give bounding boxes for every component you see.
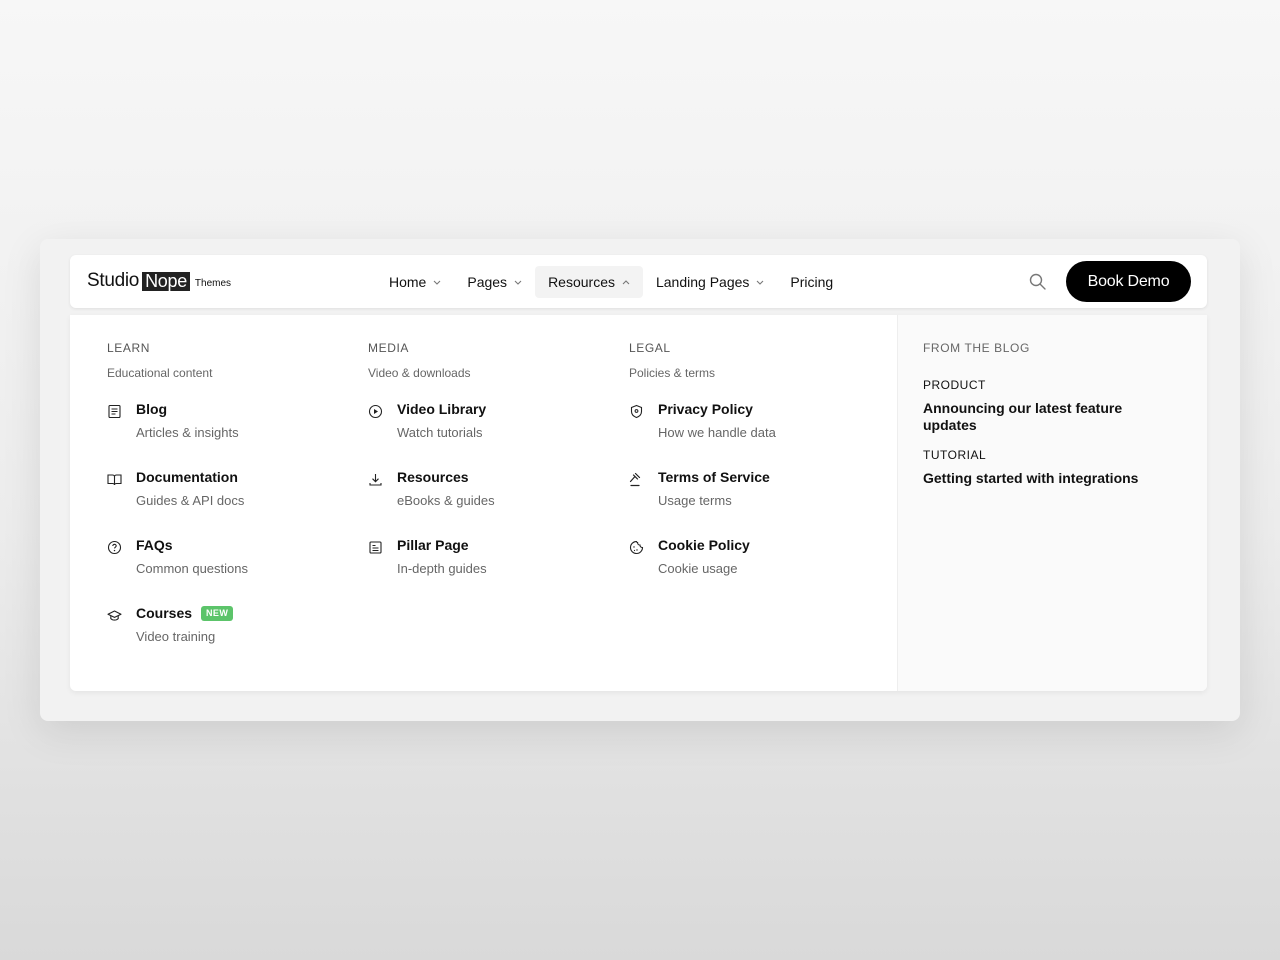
- column-subheading: Policies & terms: [629, 366, 716, 380]
- menu-item-subtitle: Articles & insights: [136, 425, 239, 440]
- menu-item-subtitle: eBooks & guides: [397, 493, 495, 508]
- menu-item-subtitle: Video training: [136, 629, 216, 644]
- post-title: Getting started with integrations: [923, 470, 1139, 486]
- nav-item-home[interactable]: Home: [376, 266, 454, 298]
- download-icon: [369, 474, 382, 486]
- menu-item-title: Pillar Page: [397, 537, 469, 553]
- blog-panel: FROM THE BLOG PRODUCT Announcing our lat…: [897, 315, 1207, 691]
- menu-item-blog[interactable]: Blog Articles & insights: [107, 401, 357, 469]
- menu-item-terms-of-service[interactable]: Terms of Service Usage terms: [629, 469, 879, 537]
- nav-item-label: Pricing: [790, 274, 834, 290]
- logo[interactable]: Studio Nope Themes: [87, 271, 231, 291]
- book-demo-button[interactable]: Book Demo: [1066, 261, 1191, 302]
- graduation-cap-icon: [107, 610, 122, 621]
- learn-column: LEARN Educational content Blog Articles …: [107, 341, 357, 673]
- menu-item-title: Resources: [397, 469, 469, 485]
- menu-item-title: Cookie Policy: [658, 537, 750, 553]
- chevron-down-icon: [514, 280, 522, 285]
- shield-icon: [630, 404, 643, 419]
- nav-item-label: Resources: [548, 274, 615, 290]
- question-icon: [107, 540, 122, 555]
- cookie-icon: [629, 540, 644, 555]
- blog-heading: FROM THE BLOG: [923, 341, 1030, 355]
- column-heading: LEARN: [107, 341, 151, 355]
- menu-item-courses[interactable]: Courses NEW Video training: [107, 605, 357, 673]
- column-heading: MEDIA: [368, 341, 410, 355]
- menu-item-title: Terms of Service: [658, 469, 770, 485]
- nav-item-resources[interactable]: Resources: [535, 266, 643, 298]
- nav-item-label: Pages: [467, 274, 508, 290]
- menu-item-title: Courses: [136, 605, 193, 621]
- column-heading: LEGAL: [629, 341, 671, 355]
- nav-menu: Home Pages Resources Landing Pages Prici…: [376, 266, 846, 298]
- menu-item-resources[interactable]: Resources eBooks & guides: [368, 469, 618, 537]
- menu-item-title: Video Library: [397, 401, 487, 417]
- nav-item-label: Home: [389, 274, 427, 290]
- menu-item-privacy-policy[interactable]: Privacy Policy How we handle data: [629, 401, 879, 469]
- page-icon: [369, 541, 382, 554]
- gavel-icon: [629, 472, 641, 487]
- document-icon: [108, 404, 121, 419]
- nav-item-pages[interactable]: Pages: [454, 266, 535, 298]
- new-badge: NEW: [201, 605, 234, 621]
- menu-item-subtitle: Guides & API docs: [136, 493, 245, 508]
- menu-item-title: Blog: [136, 401, 168, 417]
- menu-item-title: Documentation: [136, 469, 238, 485]
- book-icon: [107, 474, 122, 486]
- menu-item-subtitle: Cookie usage: [658, 561, 738, 576]
- chevron-down-icon: [433, 280, 441, 285]
- play-circle-icon: [368, 404, 383, 419]
- post-category: TUTORIAL: [923, 448, 987, 462]
- menu-item-faqs[interactable]: FAQs Common questions: [107, 537, 357, 605]
- chevron-down-icon: [757, 280, 764, 285]
- logo-studio: Studio: [87, 270, 140, 291]
- menu-item-subtitle: How we handle data: [658, 425, 776, 440]
- blog-post[interactable]: TUTORIAL Getting started with integratio…: [923, 448, 1173, 487]
- navbar: Studio Nope Themes Home Pages Resources …: [70, 255, 1207, 308]
- chevron-up-icon: [622, 279, 630, 284]
- menu-item-pillar-page[interactable]: Pillar Page In-depth guides: [368, 537, 618, 605]
- logo-themes: Themes: [194, 278, 232, 289]
- blog-post[interactable]: PRODUCT Announcing our latest feature up…: [923, 378, 1173, 434]
- nav-item-landing-pages[interactable]: Landing Pages: [643, 266, 777, 298]
- menu-item-subtitle: Usage terms: [658, 493, 732, 508]
- post-title: Announcing our latest feature updates: [923, 400, 1123, 433]
- column-subheading: Video & downloads: [368, 366, 471, 380]
- logo-nope: Nope: [142, 272, 190, 291]
- nav-item-pricing[interactable]: Pricing: [777, 266, 846, 298]
- legal-column: LEGAL Policies & terms Privacy Policy Ho…: [629, 341, 879, 605]
- menu-item-subtitle: Common questions: [136, 561, 248, 576]
- resources-dropdown: LEARN Educational content Blog Articles …: [70, 315, 1207, 691]
- menu-item-subtitle: In-depth guides: [397, 561, 487, 576]
- nav-item-label: Landing Pages: [655, 274, 750, 290]
- post-category: PRODUCT: [923, 378, 986, 392]
- menu-item-documentation[interactable]: Documentation Guides & API docs: [107, 469, 357, 537]
- menu-item-cookie-policy[interactable]: Cookie Policy Cookie usage: [629, 537, 879, 605]
- search-icon[interactable]: [1028, 272, 1048, 292]
- media-column: MEDIA Video & downloads Video Library Wa…: [368, 341, 618, 605]
- menu-item-video-library[interactable]: Video Library Watch tutorials: [368, 401, 618, 469]
- menu-item-title: FAQs: [136, 537, 173, 553]
- column-subheading: Educational content: [107, 366, 213, 380]
- menu-item-subtitle: Watch tutorials: [397, 425, 483, 440]
- menu-item-title: Privacy Policy: [658, 401, 753, 417]
